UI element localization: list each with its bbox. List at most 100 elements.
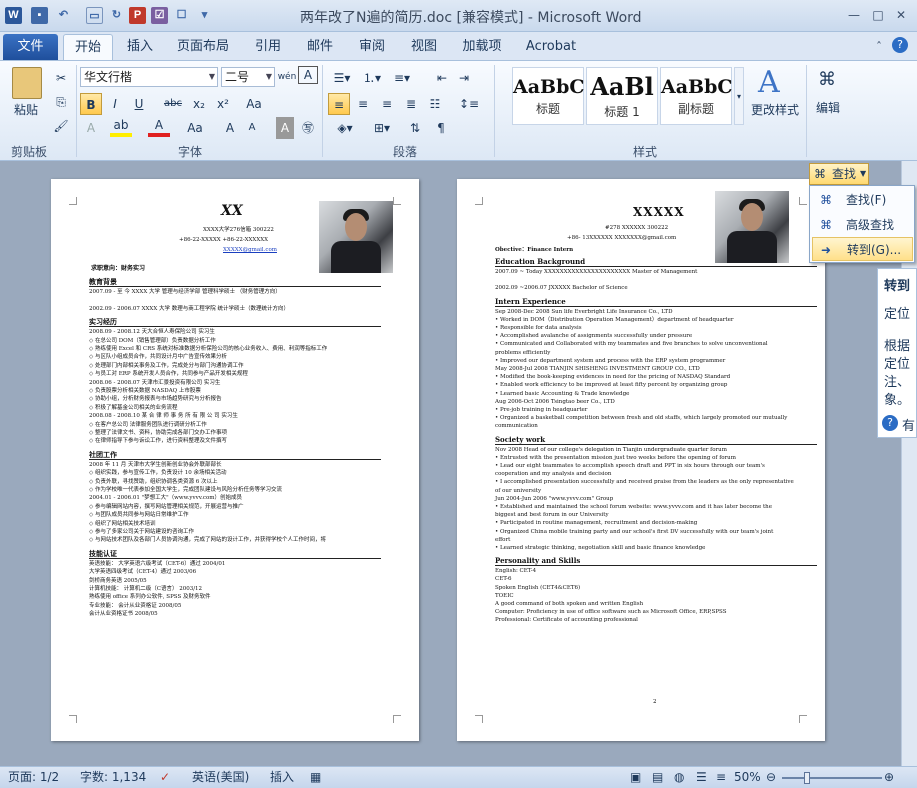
maximize-icon[interactable]: □ [867,6,889,24]
ribbon-minimize-icon[interactable]: ˆ [868,38,890,56]
distributed-icon[interactable]: ☷ [424,93,446,115]
tab-acrobat[interactable]: Acrobat [518,34,584,60]
format-painter-icon[interactable]: 🖌 [50,115,72,137]
decrease-indent-icon[interactable]: ⇤ [432,67,452,89]
undo-icon[interactable]: ↶ [55,7,72,24]
section-rule [89,286,381,287]
page-1[interactable]: XX XXXX大学276信箱 300222 +86-22-XXXXX +86-2… [51,179,419,741]
menu-item-goto[interactable]: ➜ 转到(G)... [812,237,913,261]
cut-icon[interactable]: ✂ [50,67,72,89]
subscript-button[interactable]: x₂ [188,93,210,115]
tab-references[interactable]: 引用 [246,34,290,60]
save-icon[interactable]: ▪ [31,7,48,24]
grow-font-button[interactable]: A [220,117,240,139]
p-icon[interactable]: P [129,7,146,24]
macro-icon[interactable]: ▦ [310,767,321,788]
minimize-icon[interactable]: — [843,6,865,24]
increase-indent-icon[interactable]: ⇥ [454,67,474,89]
tab-view[interactable]: 视图 [402,34,446,60]
help-icon[interactable]: ? [882,415,898,431]
word-count[interactable]: 字数: 1,134 [80,767,146,788]
sort-icon[interactable]: ⇅ [404,117,426,139]
insert-mode[interactable]: 插入 [270,767,294,788]
zoom-slider-thumb[interactable] [804,772,810,784]
close-icon[interactable]: ✕ [890,6,912,24]
text-effects-button[interactable]: A [80,117,102,139]
print-preview-icon[interactable]: ▭ [86,7,103,24]
full-screen-icon[interactable]: ▤ [652,767,663,788]
tab-review[interactable]: 审阅 [350,34,394,60]
menu-item-find[interactable]: ⌘ 查找(F) [812,188,913,212]
zoom-in-icon[interactable]: ⊕ [884,767,894,788]
page-corner-mark [69,715,77,723]
tab-file[interactable]: 文件 [3,34,58,60]
italic-button[interactable]: I [104,93,126,115]
align-center-icon[interactable]: ≡ [352,93,374,115]
word-app-icon[interactable]: W [5,7,22,24]
resume-name: XXXXX [633,205,685,219]
align-left-icon[interactable]: ≡ [328,93,350,115]
justify-icon[interactable]: ≣ [400,93,422,115]
dropdown-icon[interactable]: ▾ [196,7,213,24]
tab-home[interactable]: 开始 [63,34,113,60]
tab-insert[interactable]: 插入 [118,34,162,60]
proofing-icon[interactable]: ✓ [160,767,170,788]
redo-icon[interactable]: ↻ [108,7,125,24]
page-2[interactable]: XXXXX #278 XXXXXX 300222 +86- 13XXXXXX X… [457,179,825,741]
style-heading-1[interactable]: AaBl 标题 1 [586,67,658,125]
tab-addins[interactable]: 加载项 [455,34,509,60]
zoom-level[interactable]: 50% [734,767,761,788]
binoculars-icon[interactable]: ⌘ [818,69,836,90]
paste-icon[interactable] [12,67,42,99]
zoom-slider[interactable] [782,777,882,779]
bullets-icon[interactable]: ☰▾ [328,67,356,89]
section-rule [495,565,817,567]
line-spacing-icon[interactable]: ↕≡ [456,93,482,115]
copy-icon[interactable]: ⎘ [50,91,72,113]
multilevel-list-icon[interactable]: ≡▾ [388,67,416,89]
paste-button[interactable]: 粘贴 [6,99,46,121]
resume-line: 英语技能： 大学英语六级考试（CET-6）通过 2004/01 [89,560,226,567]
find-button[interactable]: ⌘ 查找 ▼ [809,163,869,185]
editing-button[interactable]: 编辑 [808,97,848,119]
char-border-icon[interactable]: A [298,66,318,84]
align-right-icon[interactable]: ≡ [376,93,398,115]
zoom-out-icon[interactable]: ⊖ [766,767,776,788]
font-size-combo[interactable]: 二号 ▼ [221,67,275,87]
font-color-icon[interactable]: A [148,117,170,137]
document-area[interactable]: XX XXXX大学276信箱 300222 +86-22-XXXXX +86-2… [0,161,917,766]
language[interactable]: 英语(美国) [192,767,249,788]
highlight-icon[interactable]: ab [110,117,132,137]
shrink-font-button[interactable]: A [242,117,262,139]
numbering-icon[interactable]: ⒈▾ [358,67,386,89]
show-marks-icon[interactable]: ¶ [430,117,452,139]
change-styles-button[interactable]: 更改样式 [746,99,804,121]
outline-icon[interactable]: ☰ [696,767,707,788]
underline-button[interactable]: U [128,93,150,115]
tab-mailings[interactable]: 邮件 [298,34,342,60]
page-count[interactable]: 页面: 1/2 [8,767,59,788]
borders-icon[interactable]: ⊞▾ [368,117,396,139]
print-layout-icon[interactable]: ▣ [630,767,641,788]
style-heading[interactable]: AaBbC 标题 [512,67,585,125]
style-subtitle[interactable]: AaBbC 副标题 [660,67,733,125]
char-shading-icon[interactable]: A [276,117,294,139]
draft-icon[interactable]: ≡ [716,767,726,788]
grow-font-icon[interactable]: wén [277,66,297,88]
checklist-icon[interactable]: ☑ [151,7,168,24]
tab-page-layout[interactable]: 页面布局 [170,34,236,60]
help-icon[interactable]: ? [892,37,908,53]
font-name-combo[interactable]: 华文行楷 ▼ [80,67,218,87]
menu-item-advanced-find[interactable]: ⌘高级查找(A)... [812,213,913,256]
web-layout-icon[interactable]: ◍ [674,767,684,788]
checkbox-icon[interactable]: ☐ [173,7,190,24]
shading-icon[interactable]: ◈▾ [330,117,360,139]
superscript-button[interactable]: x² [212,93,234,115]
change-styles-icon[interactable]: A [758,65,780,100]
clear-format-button[interactable]: Aa [242,93,266,115]
enclose-char-icon[interactable]: ㊢ [298,117,318,139]
styles-scroll-icon[interactable]: ▾ [734,67,744,125]
bold-button[interactable]: B [80,93,102,115]
change-case-button[interactable]: Aa [182,117,208,139]
strikethrough-button[interactable]: abc [160,93,186,115]
